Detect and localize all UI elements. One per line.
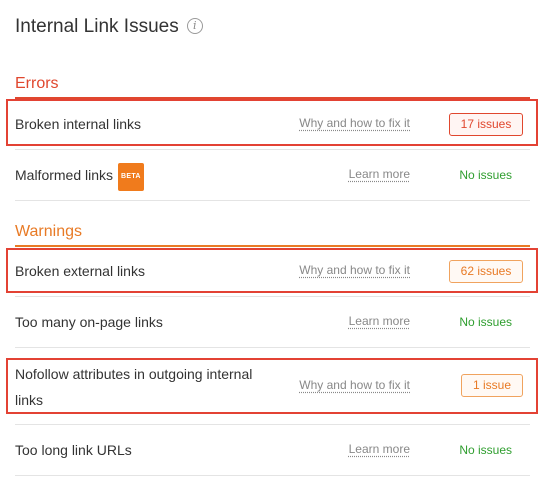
issue-row-nofollow-outgoing-internal: Nofollow attributes in outgoing internal…: [15, 348, 530, 425]
no-issues-status: No issues: [459, 443, 512, 457]
issue-label-line-1: Nofollow attributes in outgoing internal: [15, 366, 253, 382]
issue-label: Broken external links: [15, 263, 145, 279]
why-how-fix-link[interactable]: Why and how to fix it: [299, 263, 410, 277]
learn-more-link[interactable]: Learn more: [349, 314, 410, 328]
issues-count-button[interactable]: 17 issues: [449, 113, 523, 136]
issue-label: Malformed links BETA: [15, 162, 144, 191]
info-icon[interactable]: i: [186, 18, 203, 34]
issues-count-button[interactable]: 1 issue: [461, 374, 523, 397]
issue-label: Broken internal links: [15, 116, 142, 132]
no-issues-status: No issues: [459, 168, 512, 182]
issues-count-button[interactable]: 62 issues: [449, 260, 523, 283]
errors-divider: [15, 97, 530, 99]
issue-row-too-long-link-urls: Too long link URLs Learn more No issues: [15, 425, 530, 476]
issue-row-broken-internal-links: Broken internal links Why and how to fix…: [15, 100, 530, 150]
issue-row-broken-external-links: Broken external links Why and how to fix…: [15, 247, 530, 297]
beta-badge: BETA: [118, 163, 144, 191]
learn-more-link[interactable]: Learn more: [349, 167, 410, 181]
issue-row-malformed-links: Malformed links BETA Learn more No issues: [15, 150, 530, 201]
issue-label-text: Malformed links: [15, 167, 114, 183]
warnings-heading: Warnings: [15, 223, 82, 240]
page-title-text: Internal Link Issues: [15, 16, 179, 37]
learn-more-link[interactable]: Learn more: [349, 442, 410, 456]
errors-heading: Errors: [15, 75, 59, 92]
page-title: Internal Link Issues i: [15, 16, 203, 38]
issue-label-line-2: links: [15, 392, 44, 408]
issue-label: Too many on-page links: [15, 314, 163, 330]
why-how-fix-link[interactable]: Why and how to fix it: [299, 378, 410, 392]
no-issues-status: No issues: [459, 315, 512, 329]
issue-label: Too long link URLs: [15, 442, 132, 458]
issue-row-too-many-on-page-links: Too many on-page links Learn more No iss…: [15, 297, 530, 348]
why-how-fix-link[interactable]: Why and how to fix it: [299, 116, 410, 130]
